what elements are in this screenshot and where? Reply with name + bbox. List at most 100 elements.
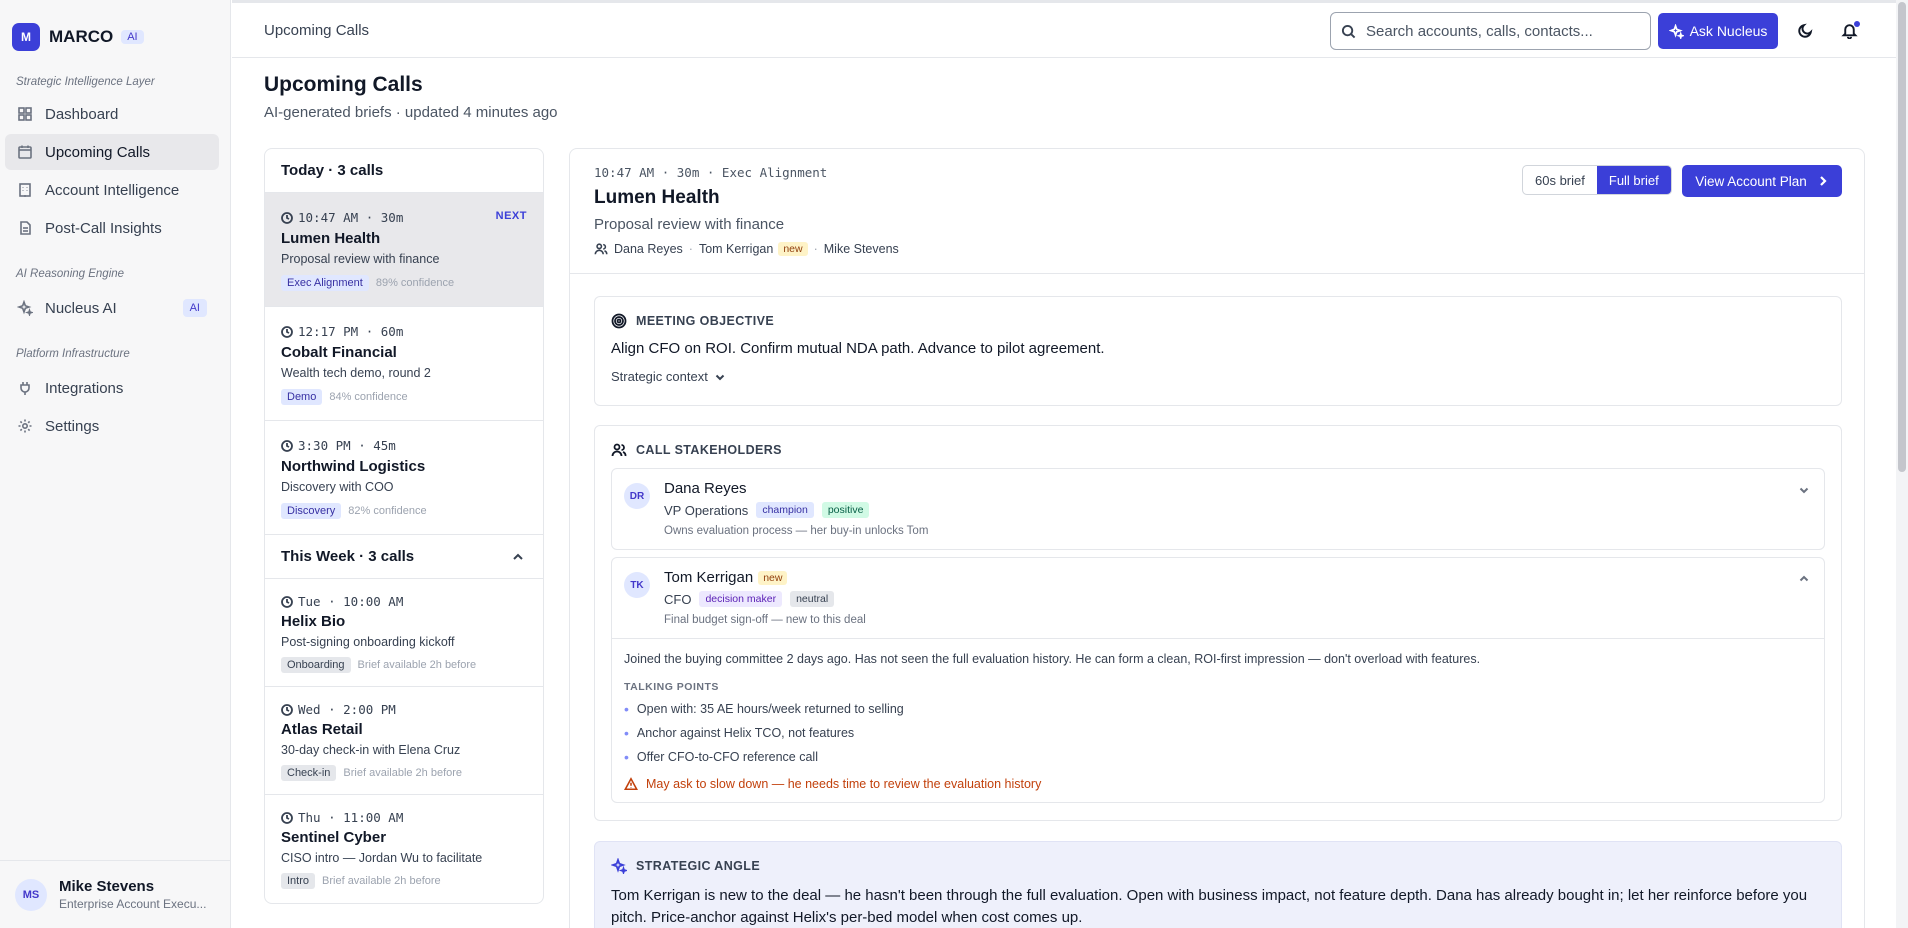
user-role: Enterprise Account Execu... xyxy=(59,897,207,911)
sidebar-item-upcoming-calls[interactable]: Upcoming Calls xyxy=(5,134,219,170)
avatar: DR xyxy=(624,483,650,509)
sparkles-icon xyxy=(1668,23,1684,39)
scrollbar-thumb[interactable] xyxy=(1898,2,1906,472)
call-desc: Discovery with COO xyxy=(281,480,394,494)
sidebar-item-label: Post-Call Insights xyxy=(45,219,162,237)
sidebar: M MARCO AI Strategic Intelligence Layer … xyxy=(0,0,231,928)
new-badge: new xyxy=(778,242,808,256)
call-meta: Discovery 82% confidence xyxy=(281,503,427,519)
stakeholder-details: Joined the buying committee 2 days ago. … xyxy=(612,638,1824,791)
strategic-angle-text: Tom Kerrigan is new to the deal — he has… xyxy=(611,887,1808,926)
today-header: Today · 3 calls xyxy=(265,149,543,193)
ai-badge: AI xyxy=(182,299,207,317)
sidebar-item-nucleus-ai[interactable]: Nucleus AI AI xyxy=(5,290,219,326)
page-title: Upcoming Calls xyxy=(264,73,423,96)
ask-nucleus-button[interactable]: Ask Nucleus xyxy=(1658,13,1778,49)
plug-icon xyxy=(20,382,30,395)
theme-toggle-button[interactable] xyxy=(1797,22,1817,42)
stakeholder-note: Final budget sign-off — new to this deal xyxy=(664,614,866,626)
avatar: MS xyxy=(15,878,47,911)
call-type-tag: Intro xyxy=(281,873,316,889)
name-text: Dana Reyes xyxy=(664,480,747,497)
search-box[interactable] xyxy=(1330,12,1651,50)
page-subtitle: AI-generated briefs · updated 4 minutes … xyxy=(264,104,558,121)
call-item-atlas-retail[interactable]: Wed · 2:00 PM Atlas Retail 30-day check-… xyxy=(265,687,543,795)
call-time: Thu · 11:00 AM xyxy=(281,810,403,825)
divider xyxy=(570,273,1864,274)
stakeholder-tom-kerrigan[interactable]: TK Tom Kerrigan new CFO decision maker n… xyxy=(611,557,1825,803)
call-type-tag: Onboarding xyxy=(281,657,351,673)
chevron-down-icon[interactable] xyxy=(1798,484,1810,496)
clock-icon xyxy=(281,595,293,608)
call-meta: Exec Alignment 89% confidence xyxy=(281,275,454,291)
call-time-text: 10:47 AM · 30m xyxy=(298,210,404,225)
clock-icon xyxy=(281,211,293,224)
call-brief-panel: 10:47 AM · 30m · Exec Alignment Lumen He… xyxy=(569,148,1865,928)
call-item-cobalt-financial[interactable]: 12:17 PM · 60m Cobalt Financial Wealth t… xyxy=(265,307,543,421)
warning-icon xyxy=(624,777,638,791)
sidebar-item-settings[interactable]: Settings xyxy=(5,408,219,444)
stance-chip: champion xyxy=(756,502,814,518)
sparkles-icon xyxy=(611,858,627,874)
call-item-sentinel-cyber[interactable]: Thu · 11:00 AM Sentinel Cyber CISO intro… xyxy=(265,795,543,903)
gear-icon xyxy=(18,419,32,433)
section-label: Platform Infrastructure xyxy=(16,348,130,360)
sidebar-item-post-call-insights[interactable]: Post-Call Insights xyxy=(5,210,219,246)
talking-points-label: TALKING POINTS xyxy=(624,681,719,693)
strategic-context-toggle[interactable]: Strategic context xyxy=(611,369,726,384)
sidebar-item-integrations[interactable]: Integrations xyxy=(5,370,219,406)
call-meta: Demo 84% confidence xyxy=(281,389,408,405)
short-brief-option[interactable]: 60s brief xyxy=(1523,166,1597,194)
attendee: Mike Stevens xyxy=(823,242,899,256)
full-brief-option[interactable]: Full brief xyxy=(1596,166,1671,194)
call-name: Helix Bio xyxy=(281,613,346,630)
stakeholder-role: VP Operations champion positive xyxy=(664,502,870,518)
building-icon xyxy=(19,183,31,197)
sentiment-chip: neutral xyxy=(790,591,835,607)
call-item-northwind-logistics[interactable]: 3:30 PM · 45m Northwind Logistics Discov… xyxy=(265,421,543,535)
stakeholder-dana-reyes[interactable]: DR Dana Reyes VP Operations champion pos… xyxy=(611,468,1825,550)
heading-text: CALL STAKEHOLDERS xyxy=(636,443,782,457)
brief-account-name: Lumen Health xyxy=(594,187,720,208)
notifications-button[interactable] xyxy=(1841,21,1861,42)
call-time-text: 12:17 PM · 60m xyxy=(298,324,404,339)
call-desc: CISO intro — Jordan Wu to facilitate xyxy=(281,851,483,865)
call-desc: Wealth tech demo, round 2 xyxy=(281,366,431,380)
search-icon xyxy=(1341,24,1356,38)
call-list: Today · 3 calls 10:47 AM · 30m NEXT Lume… xyxy=(264,148,544,904)
sidebar-item-label: Dashboard xyxy=(45,105,119,123)
call-desc: Post-signing onboarding kickoff xyxy=(281,635,455,649)
target-icon xyxy=(611,313,627,329)
view-account-plan-button[interactable]: View Account Plan xyxy=(1682,165,1842,197)
call-name: Lumen Health xyxy=(281,230,381,247)
call-name: Cobalt Financial xyxy=(281,344,397,361)
sidebar-item-account-intelligence[interactable]: Account Intelligence xyxy=(5,172,219,208)
call-item-helix-bio[interactable]: Tue · 10:00 AM Helix Bio Post-signing on… xyxy=(265,579,543,687)
sidebar-item-label: Upcoming Calls xyxy=(45,143,151,161)
sentiment-chip: positive xyxy=(821,502,870,518)
call-type-tag: Exec Alignment xyxy=(281,275,369,291)
call-confidence: 84% confidence xyxy=(329,391,408,403)
stakeholder-name: Dana Reyes xyxy=(664,480,747,497)
notification-dot xyxy=(1854,21,1860,27)
warning-text: May ask to slow down — he needs time to … xyxy=(646,777,1042,791)
call-item-lumen-health[interactable]: 10:47 AM · 30m NEXT Lumen Health Proposa… xyxy=(265,193,543,307)
role-text: VP Operations xyxy=(664,502,749,518)
users-icon xyxy=(594,243,608,255)
ask-nucleus-label: Ask Nucleus xyxy=(1689,23,1768,39)
clock-icon xyxy=(281,439,293,452)
week-header[interactable]: This Week · 3 calls xyxy=(265,535,543,579)
separator: · xyxy=(688,242,693,256)
call-meta: Check-in Brief available 2h before xyxy=(281,765,462,781)
chevron-up-icon[interactable] xyxy=(1798,573,1810,585)
bullet: • xyxy=(624,749,629,765)
view-account-plan-label: View Account Plan xyxy=(1695,173,1807,189)
brand[interactable]: M MARCO AI xyxy=(12,22,144,52)
page-scrollbar[interactable] xyxy=(1896,0,1908,928)
search-input[interactable] xyxy=(1366,22,1636,40)
user-profile[interactable]: MS Mike Stevens Enterprise Account Execu… xyxy=(0,860,231,928)
brief-subtitle: Proposal review with finance xyxy=(594,216,785,233)
call-desc: Proposal review with finance xyxy=(281,252,440,266)
sidebar-item-dashboard[interactable]: Dashboard xyxy=(5,96,219,132)
meeting-objective-heading: MEETING OBJECTIVE xyxy=(611,313,774,329)
